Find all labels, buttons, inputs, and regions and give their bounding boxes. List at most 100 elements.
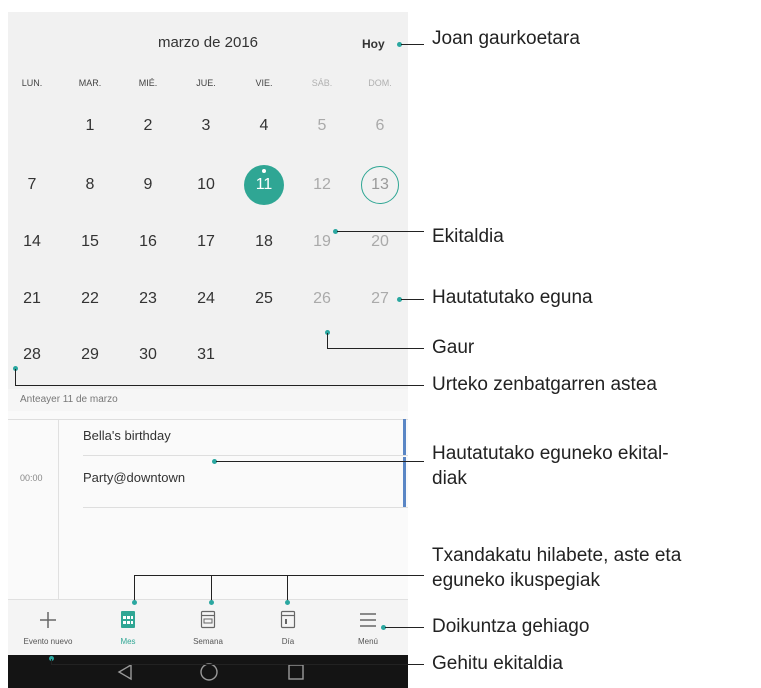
day-cell[interactable]: 31 xyxy=(186,340,226,370)
day-cell[interactable]: 14 xyxy=(12,227,52,257)
day-cell[interactable]: 16 xyxy=(128,227,168,257)
week-view-tab[interactable]: Semana xyxy=(168,600,248,656)
menu-icon xyxy=(360,613,376,627)
day-cell[interactable]: 24 xyxy=(186,284,226,314)
day-cell[interactable]: 26 xyxy=(302,284,342,314)
day-cell[interactable]: 3 xyxy=(186,111,226,141)
annotation-line xyxy=(15,369,16,385)
annotation-add-event: Gehitu ekitaldia xyxy=(432,653,563,674)
week-calendar-icon xyxy=(200,610,216,629)
day-cell[interactable]: 28 xyxy=(12,340,52,370)
menu-tab[interactable]: Menú xyxy=(328,600,408,656)
annotation-selected-day-events-line1: Hautatutako eguneko ekital- xyxy=(432,443,669,464)
day-cell[interactable]: 5 xyxy=(302,111,342,141)
annotation-line xyxy=(385,627,424,628)
annotation-dot xyxy=(209,600,214,605)
home-icon[interactable] xyxy=(199,662,219,682)
annotation-line xyxy=(287,575,288,601)
event-time: 00:00 xyxy=(20,473,43,483)
event-color-bar xyxy=(403,457,406,507)
day-cell[interactable]: 6 xyxy=(360,111,400,141)
day-cell[interactable]: 21 xyxy=(12,284,52,314)
tab-label: Mes xyxy=(120,637,136,646)
annotation-line xyxy=(327,348,424,349)
day-cell[interactable]: 29 xyxy=(70,340,110,370)
weekday-label: DOM. xyxy=(368,78,392,88)
annotation-today: Gaur xyxy=(432,337,475,358)
day-cell[interactable]: 15 xyxy=(70,227,110,257)
day-cell[interactable]: 4 xyxy=(244,111,284,141)
day-cell[interactable]: 7 xyxy=(12,170,52,200)
bottom-toolbar: Evento nuevo Mes Semana Día Menú xyxy=(8,599,408,656)
annotation-line xyxy=(134,575,135,601)
divider xyxy=(8,419,408,420)
day-cell[interactable]: 17 xyxy=(186,227,226,257)
day-cell[interactable]: 2 xyxy=(128,111,168,141)
annotation-switch-views-line1: Txandakatu hilabete, aste eta xyxy=(432,545,682,566)
weekday-label: SÁB. xyxy=(311,78,333,88)
tab-label: Día xyxy=(281,637,295,646)
tab-label: Semana xyxy=(193,637,223,646)
day-view-tab[interactable]: Día xyxy=(248,600,328,656)
today-day-cell[interactable]: 13 xyxy=(361,166,399,204)
annotation-selected-day: Hautatutako eguna xyxy=(432,287,593,308)
back-icon[interactable] xyxy=(116,663,134,681)
annotation-event: Ekitaldia xyxy=(432,226,504,247)
calendar-app-screen: marzo de 2016 Hoy LUN. MAR. MIÉ. JUE. VI… xyxy=(8,12,408,688)
day-cell[interactable]: 30 xyxy=(128,340,168,370)
annotation-go-to-today: Joan gaurkoetara xyxy=(432,28,580,49)
annotation-dot xyxy=(285,600,290,605)
annotation-line xyxy=(134,575,424,576)
new-event-tab[interactable]: Evento nuevo xyxy=(8,600,88,656)
day-cell[interactable]: 18 xyxy=(244,227,284,257)
day-cell[interactable]: 23 xyxy=(128,284,168,314)
event-list: Anteayer 11 de marzo Bella's birthday 00… xyxy=(8,389,408,600)
annotation-line xyxy=(401,44,424,45)
weekday-header: LUN. MAR. MIÉ. JUE. VIE. SÁB. DOM. xyxy=(8,78,408,98)
day-calendar-icon xyxy=(280,610,296,629)
day-cell[interactable]: 10 xyxy=(186,170,226,200)
event-indicator-dot xyxy=(262,169,266,173)
day-cell[interactable]: 22 xyxy=(70,284,110,314)
annotation-line xyxy=(51,664,424,665)
annotation-line xyxy=(216,461,424,462)
plus-icon xyxy=(40,612,56,628)
event-title[interactable]: Bella's birthday xyxy=(83,428,171,443)
annotation-more-settings: Doikuntza gehiago xyxy=(432,616,590,637)
event-title[interactable]: Party@downtown xyxy=(83,470,185,485)
tab-label: Evento nuevo xyxy=(23,637,73,646)
android-navigation-bar xyxy=(8,655,408,688)
annotation-selected-day-events-line2: diak xyxy=(432,468,467,489)
divider xyxy=(83,507,408,508)
month-calendar-icon xyxy=(121,611,135,628)
annotation-line xyxy=(337,231,424,232)
timeline-line xyxy=(58,420,59,600)
annotation-week-number: Urteko zenbatgarren astea xyxy=(432,374,657,395)
recent-apps-icon[interactable] xyxy=(287,663,305,681)
divider xyxy=(83,455,408,456)
calendar-header: marzo de 2016 Hoy xyxy=(8,12,408,72)
today-button[interactable]: Hoy xyxy=(362,37,385,51)
weekday-label: MIÉ. xyxy=(138,78,158,88)
event-list-date-header: Anteayer 11 de marzo xyxy=(8,389,408,411)
weekday-label: LUN. xyxy=(21,78,43,88)
weekday-label: VIE. xyxy=(255,78,273,88)
day-cell[interactable]: 8 xyxy=(70,170,110,200)
annotation-line xyxy=(327,333,328,348)
day-cell[interactable]: 12 xyxy=(302,170,342,200)
annotation-line xyxy=(401,299,424,300)
month-title: marzo de 2016 xyxy=(157,34,259,51)
tab-label: Menú xyxy=(357,637,378,646)
day-cell[interactable]: 25 xyxy=(244,284,284,314)
day-cell[interactable]: 27 xyxy=(360,284,400,314)
day-cell[interactable]: 1 xyxy=(70,111,110,141)
event-list-date: Anteayer 11 de marzo xyxy=(20,394,118,405)
month-view-tab[interactable]: Mes xyxy=(88,600,168,656)
annotation-line xyxy=(15,385,424,386)
event-color-bar xyxy=(403,419,406,455)
annotation-switch-views-line2: eguneko ikuspegiak xyxy=(432,570,600,591)
annotation-dot xyxy=(132,600,137,605)
weekday-label: JUE. xyxy=(196,78,216,88)
annotation-line xyxy=(211,575,212,601)
day-cell[interactable]: 9 xyxy=(128,170,168,200)
